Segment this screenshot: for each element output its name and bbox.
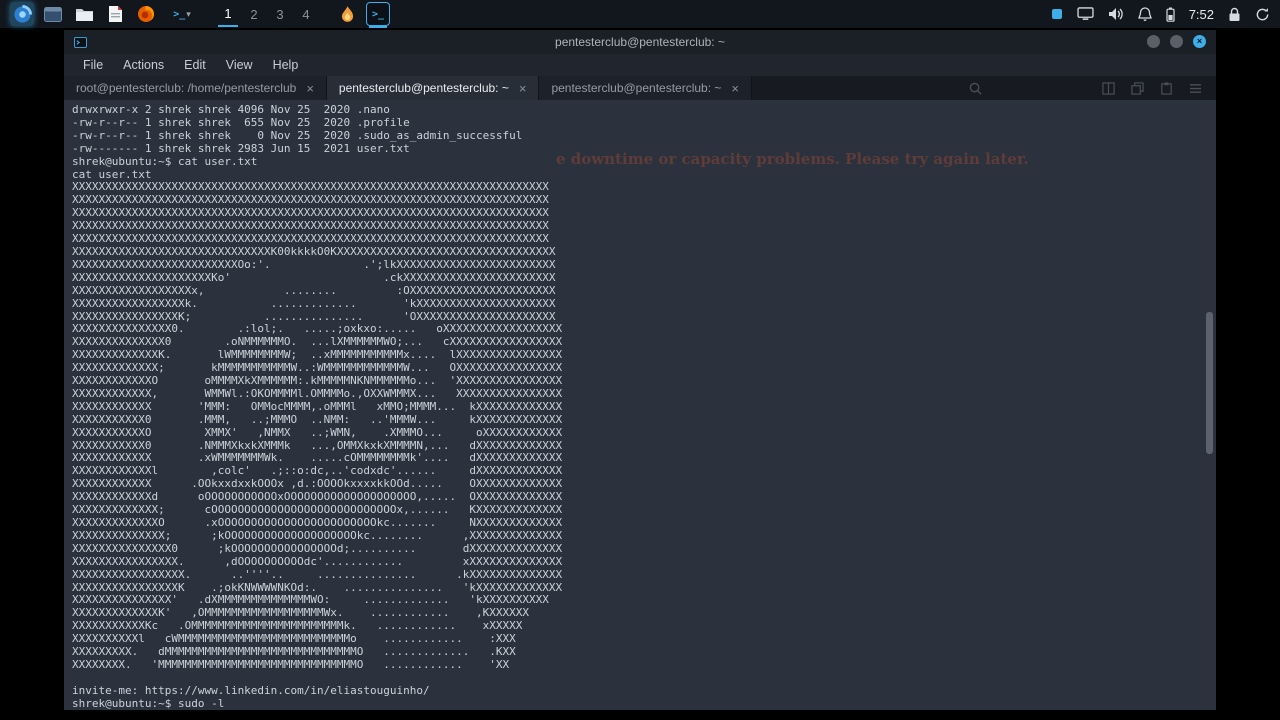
document-icon xyxy=(108,6,122,22)
terminal-icon: >_ xyxy=(371,8,385,20)
hotspot-launcher-button[interactable] xyxy=(335,2,359,26)
tray-indicator-icon[interactable] xyxy=(1051,8,1063,20)
browser-launcher-button[interactable] xyxy=(10,2,34,26)
tab-close-icon[interactable]: × xyxy=(519,81,527,96)
maximize-button[interactable] xyxy=(1170,35,1183,48)
top-panel: >_ ▾ 1234 >_ 7:52 xyxy=(0,0,1280,28)
tab-label: root@pentesterclub: /home/pentesterclub xyxy=(76,81,297,95)
volume-icon[interactable] xyxy=(1108,7,1124,21)
close-button[interactable]: × xyxy=(1193,35,1206,48)
window-title: pentesterclub@pentesterclub: ~ xyxy=(555,35,725,49)
hamburger-menu-icon[interactable] xyxy=(1189,83,1202,94)
terminal-scrollbar[interactable] xyxy=(1206,100,1213,710)
desktop-switcher-2[interactable]: 2 xyxy=(244,1,264,27)
terminal-viewport: e downtime or capacity problems. Please … xyxy=(64,100,1216,710)
clipboard-icon[interactable] xyxy=(1160,81,1173,95)
scrollbar-thumb[interactable] xyxy=(1206,312,1213,454)
terminal-tab-3[interactable]: pentesterclub@pentesterclub: ~ × xyxy=(539,76,752,100)
tab-close-icon[interactable]: × xyxy=(731,81,739,96)
menu-file[interactable]: File xyxy=(74,56,112,74)
terminal-window-icon xyxy=(74,36,87,48)
terminal-tab-2[interactable]: pentesterclub@pentesterclub: ~ × xyxy=(326,76,540,100)
folder-icon xyxy=(75,8,93,21)
tab-label: pentesterclub@pentesterclub: ~ xyxy=(551,81,722,95)
menu-bar: File Actions Edit View Help xyxy=(64,54,1216,76)
menu-actions[interactable]: Actions xyxy=(114,56,173,74)
terminal-launcher-button[interactable]: >_ ▾ xyxy=(165,2,199,26)
battery-icon[interactable] xyxy=(1166,7,1175,22)
minimize-button[interactable] xyxy=(1147,35,1160,48)
terminal-tab-1[interactable]: root@pentesterclub: /home/pentesterclub × xyxy=(64,76,327,100)
terminal-task-button[interactable]: >_ xyxy=(366,2,390,28)
firefox-icon xyxy=(138,6,155,22)
desktop-switcher-4[interactable]: 4 xyxy=(296,1,316,27)
window-titlebar[interactable]: pentesterclub@pentesterclub: ~ × xyxy=(64,30,1216,54)
desktop-switcher-1[interactable]: 1 xyxy=(218,1,238,27)
terminal-output[interactable]: drwxrwxr-x 2 shrek shrek 4096 Nov 25 202… xyxy=(64,100,1216,710)
system-tray: 7:52 xyxy=(1051,7,1270,22)
window-icon xyxy=(44,6,62,22)
copy-icon[interactable] xyxy=(1131,81,1144,95)
text-editor-launcher-button[interactable] xyxy=(103,2,127,26)
browser-icon xyxy=(13,4,32,23)
tab-label: pentesterclub@pentesterclub: ~ xyxy=(338,81,509,95)
terminal-icon: >_ xyxy=(173,8,186,20)
notifications-bell-icon[interactable] xyxy=(1138,6,1152,22)
search-icon[interactable] xyxy=(969,82,982,95)
tab-bar: root@pentesterclub: /home/pentesterclub ×… xyxy=(64,76,1216,100)
tab-list: root@pentesterclub: /home/pentesterclub ×… xyxy=(64,76,752,100)
panel-launchers: >_ ▾ 1234 >_ xyxy=(10,1,390,28)
menu-edit[interactable]: Edit xyxy=(175,56,215,74)
menu-view[interactable]: View xyxy=(217,56,262,74)
display-icon[interactable] xyxy=(1077,7,1094,21)
firefox-launcher-button[interactable] xyxy=(134,2,158,26)
window-controls: × xyxy=(1147,35,1206,48)
file-manager-launcher-button[interactable] xyxy=(72,2,96,26)
session-refresh-icon[interactable] xyxy=(1255,7,1270,22)
window-app-launcher-button[interactable] xyxy=(41,2,65,26)
menu-help[interactable]: Help xyxy=(264,56,308,74)
chevron-down-icon: ▾ xyxy=(186,8,191,19)
split-view-icon[interactable] xyxy=(1102,81,1115,95)
flame-icon xyxy=(341,5,353,22)
tab-close-icon[interactable]: × xyxy=(306,81,314,96)
clock[interactable]: 7:52 xyxy=(1189,7,1214,22)
desktop: >_ ▾ 1234 >_ 7:52 pentesterclub@penteste… xyxy=(0,0,1280,720)
lock-icon[interactable] xyxy=(1228,7,1241,22)
desktop-switcher-3[interactable]: 3 xyxy=(270,1,290,27)
terminal-window: pentesterclub@pentesterclub: ~ × File Act… xyxy=(64,30,1216,710)
tab-toolbar xyxy=(969,76,1202,100)
virtual-desktop-pager: 1234 xyxy=(218,1,316,27)
